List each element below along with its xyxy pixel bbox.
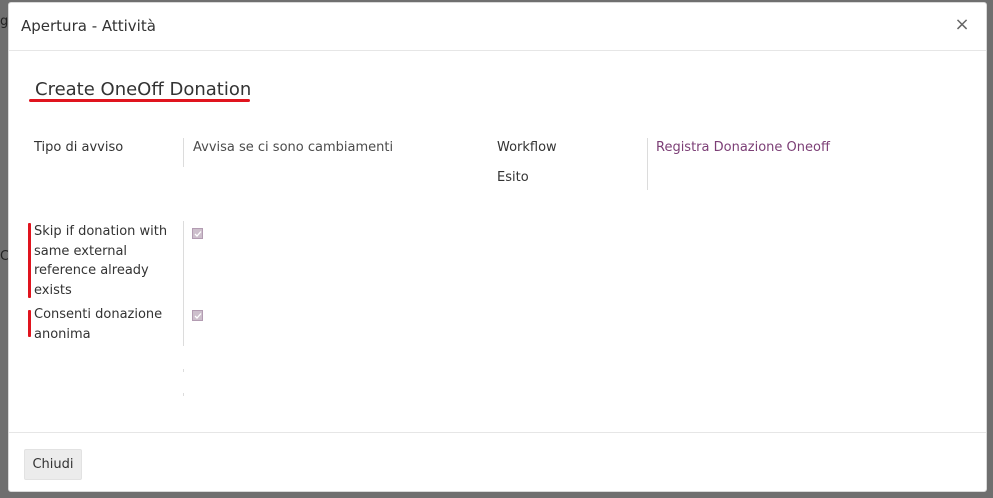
highlight-bar (28, 310, 31, 337)
label-line: reference already (34, 263, 149, 278)
field-separator (647, 138, 648, 190)
field-separator (183, 138, 184, 167)
label-line: Consenti donazione (34, 307, 163, 322)
label-line: exists (34, 282, 72, 298)
highlight-bar (28, 223, 31, 298)
dialog-title: Apertura - Attività (21, 17, 156, 35)
title-highlight-underline (29, 99, 250, 102)
field-separator (183, 369, 184, 372)
skip-if-exists-label: Skip if donation with same external refe… (34, 222, 167, 300)
record-title: Create OneOff Donation (35, 79, 252, 100)
consenti-anonima-label: Consenti donazione anonima (34, 305, 162, 344)
tipo-avviso-label: Tipo di avviso (34, 140, 124, 155)
dialog-header: Apertura - Attività × (9, 3, 986, 51)
close-icon[interactable]: × (952, 14, 972, 36)
check-icon (194, 313, 202, 319)
workflow-link[interactable]: Registra Donazione Oneoff (656, 138, 830, 158)
workflow-label: Workflow (497, 140, 557, 155)
check-icon (194, 231, 202, 237)
field-separator (183, 221, 184, 346)
chiudi-button[interactable]: Chiudi (24, 449, 82, 480)
label-line: Skip if donation with (34, 224, 168, 239)
label-line: same external (34, 243, 128, 259)
consenti-anonima-checkbox[interactable] (192, 310, 203, 321)
tipo-avviso-value[interactable]: Avvisa se ci sono cambiamenti (193, 138, 393, 158)
dialog: Apertura - Attività × Create OneOff Dona… (8, 2, 987, 492)
skip-if-exists-checkbox[interactable] (192, 228, 203, 239)
dialog-footer-divider (9, 432, 986, 433)
esito-label: Esito (497, 170, 529, 185)
field-separator (183, 393, 184, 396)
label-line: anonima (34, 326, 91, 342)
